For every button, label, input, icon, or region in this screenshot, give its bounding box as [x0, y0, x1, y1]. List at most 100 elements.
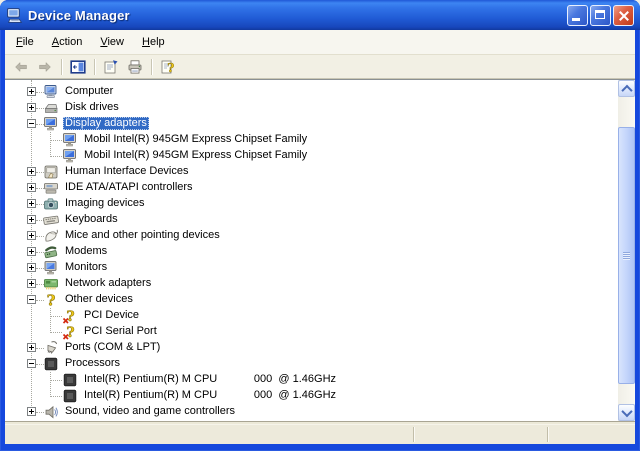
svg-text:?: ?	[47, 292, 56, 308]
help-icon: ?	[160, 59, 176, 75]
disk-drive-icon	[43, 100, 59, 116]
window-title: Device Manager	[28, 8, 567, 23]
properties-button[interactable]	[100, 57, 122, 77]
menu-bar: FileActionViewHelp	[5, 30, 635, 55]
tree-item[interactable]: Intel(R) Pentium(R) M CPU 000 @ 1.46GHz	[5, 372, 635, 388]
port-icon	[43, 340, 59, 356]
close-button[interactable]	[613, 5, 634, 26]
collapse-toggle[interactable]	[27, 119, 36, 128]
help-button[interactable]: ?	[157, 57, 179, 77]
tree-item-label[interactable]: Monitors	[63, 261, 109, 274]
ide-controller-icon	[43, 180, 59, 196]
expand-toggle[interactable]	[27, 231, 36, 240]
menu-item-help[interactable]: Help	[133, 33, 174, 51]
processor-icon	[62, 388, 78, 404]
title-bar[interactable]: Device Manager	[0, 0, 640, 30]
expand-toggle[interactable]	[27, 167, 36, 176]
tree-item-label[interactable]: Intel(R) Pentium(R) M CPU 000 @ 1.46GHz	[82, 373, 338, 386]
tree-item-label[interactable]: Other devices	[63, 293, 135, 306]
tree-item-label[interactable]: Display adapters	[63, 117, 149, 130]
toolbar: ?	[5, 55, 635, 79]
tree-item-label[interactable]: Computer	[63, 85, 115, 98]
svg-text:?: ?	[167, 61, 174, 75]
tree-item[interactable]: Mobil Intel(R) 945GM Express Chipset Fam…	[5, 148, 635, 164]
expand-toggle[interactable]	[27, 279, 36, 288]
device-manager-window: Device Manager FileActionViewHelp ? Comp…	[0, 0, 640, 451]
tree-item[interactable]: Mobil Intel(R) 945GM Express Chipset Fam…	[5, 132, 635, 148]
expand-toggle[interactable]	[27, 87, 36, 96]
computer-icon	[43, 84, 59, 100]
vertical-scrollbar[interactable]	[618, 80, 635, 421]
expand-toggle[interactable]	[27, 263, 36, 272]
tree-item-label[interactable]: Ports (COM & LPT)	[63, 341, 162, 354]
tree-item[interactable]: ? Other devices	[5, 292, 635, 308]
tree-item-label[interactable]: Mice and other pointing devices	[63, 229, 222, 242]
imaging-device-icon	[43, 196, 59, 212]
scroll-down-button[interactable]	[618, 404, 635, 421]
tree-item-label[interactable]: Processors	[63, 357, 122, 370]
tree-item[interactable]: ?PCI Device	[5, 308, 635, 324]
tree-item-label[interactable]: IDE ATA/ATAPI controllers	[63, 181, 195, 194]
tree-item-label[interactable]: Mobil Intel(R) 945GM Express Chipset Fam…	[82, 133, 309, 146]
minimize-button[interactable]	[567, 5, 588, 26]
expand-toggle[interactable]	[27, 407, 36, 416]
arrow-left-icon	[13, 59, 29, 75]
tree-item[interactable]: Human Interface Devices	[5, 164, 635, 180]
tree-item[interactable]: Ports (COM & LPT)	[5, 340, 635, 356]
tree-item[interactable]: Display adapters	[5, 116, 635, 132]
menu-item-view[interactable]: View	[91, 33, 133, 51]
tree-connector-line	[50, 156, 62, 157]
window-client-area: FileActionViewHelp ? Computer Disk drives…	[5, 30, 635, 444]
collapse-toggle[interactable]	[27, 295, 36, 304]
tree-item-label[interactable]: Intel(R) Pentium(R) M CPU 000 @ 1.46GHz	[82, 389, 338, 402]
tree-item[interactable]: Disk drives	[5, 100, 635, 116]
console-tree-icon	[70, 59, 86, 75]
minimize-icon	[572, 18, 580, 21]
unknown-device-error-icon: ?	[62, 324, 78, 340]
print-icon	[127, 59, 143, 75]
expand-toggle[interactable]	[27, 247, 36, 256]
expand-toggle[interactable]	[27, 183, 36, 192]
collapse-toggle[interactable]	[27, 359, 36, 368]
tree-item[interactable]: Processors	[5, 356, 635, 372]
hid-icon	[43, 164, 59, 180]
tree-item[interactable]: Mice and other pointing devices	[5, 228, 635, 244]
tree-item[interactable]: Keyboards	[5, 212, 635, 228]
scrollbar-thumb[interactable]	[618, 127, 635, 384]
tree-item[interactable]: IDE ATA/ATAPI controllers	[5, 180, 635, 196]
tree-item-label[interactable]: Human Interface Devices	[63, 165, 191, 178]
expand-toggle[interactable]	[27, 343, 36, 352]
tree-item-label[interactable]: Sound, video and game controllers	[63, 405, 237, 418]
status-section	[548, 425, 635, 444]
scrollbar-track[interactable]	[618, 97, 635, 404]
tree-connector-line	[50, 380, 62, 381]
tree-item[interactable]: Network adapters	[5, 276, 635, 292]
menu-item-file[interactable]: File	[7, 33, 43, 51]
maximize-icon	[595, 10, 605, 19]
tree-item[interactable]: Sound, video and game controllers	[5, 404, 635, 420]
tree-item-label[interactable]: Disk drives	[63, 101, 121, 114]
show-console-tree-button[interactable]	[67, 57, 89, 77]
tree-item-label[interactable]: Mobil Intel(R) 945GM Express Chipset Fam…	[82, 149, 309, 162]
tree-item[interactable]: Monitors	[5, 260, 635, 276]
tree-item-label[interactable]: Keyboards	[63, 213, 120, 226]
menu-item-action[interactable]: Action	[43, 33, 92, 51]
tree-item[interactable]: Computer	[5, 84, 635, 100]
unknown-device-icon: ?	[43, 292, 59, 308]
tree-item-label[interactable]: Network adapters	[63, 277, 153, 290]
scroll-up-button[interactable]	[618, 80, 635, 97]
print-button[interactable]	[124, 57, 146, 77]
expand-toggle[interactable]	[27, 199, 36, 208]
tree-item-label[interactable]: Modems	[63, 245, 109, 258]
display-adapter-icon	[62, 148, 78, 164]
tree-item[interactable]: Intel(R) Pentium(R) M CPU 000 @ 1.46GHz	[5, 388, 635, 404]
tree-item[interactable]: ? PCI Serial Port	[5, 324, 635, 340]
expand-toggle[interactable]	[27, 215, 36, 224]
tree-item[interactable]: Imaging devices	[5, 196, 635, 212]
maximize-button[interactable]	[590, 5, 611, 26]
tree-item-label[interactable]: Imaging devices	[63, 197, 147, 210]
expand-toggle[interactable]	[27, 103, 36, 112]
tree-item-label[interactable]: PCI Serial Port	[82, 325, 159, 338]
tree-item-label[interactable]: PCI Device	[82, 309, 141, 322]
tree-item[interactable]: Modems	[5, 244, 635, 260]
